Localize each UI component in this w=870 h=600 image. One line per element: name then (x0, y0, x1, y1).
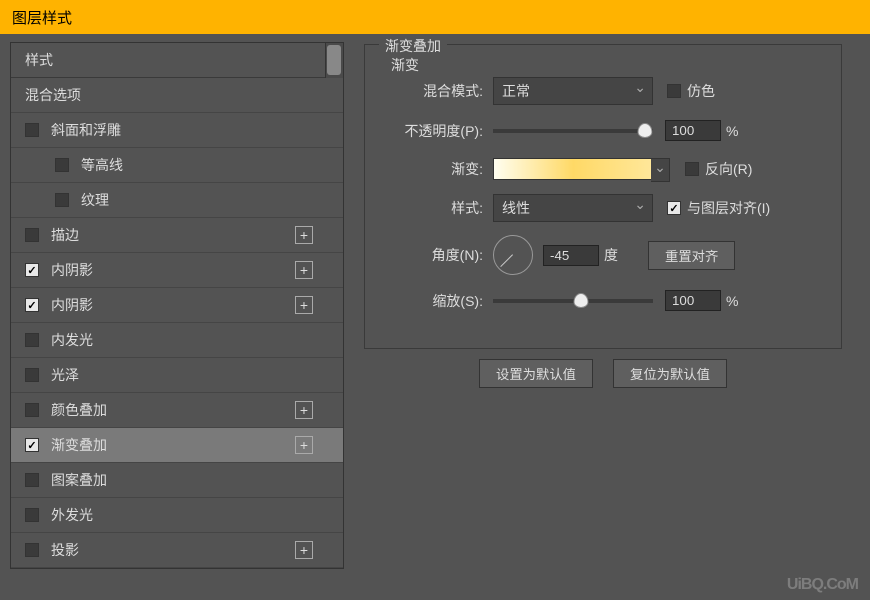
style-label: 样式: (383, 198, 493, 218)
align-checkbox[interactable]: 与图层对齐(I) (667, 198, 770, 218)
style-item[interactable]: 描边 + (11, 218, 343, 253)
styles-sidebar: 样式 混合选项 斜面和浮雕等高线纹理描边+内阴影+内阴影+内发光光泽颜色叠加+渐… (0, 34, 352, 600)
style-item[interactable]: 图案叠加 (11, 463, 343, 498)
dither-checkbox[interactable]: 仿色 (667, 81, 715, 101)
scale-label: 缩放(S): (383, 291, 493, 311)
opacity-label: 不透明度(P): (383, 121, 493, 141)
checkbox-icon[interactable] (25, 123, 39, 137)
styles-list: 样式 混合选项 斜面和浮雕等高线纹理描边+内阴影+内阴影+内发光光泽颜色叠加+渐… (10, 42, 344, 569)
scale-unit: % (726, 293, 738, 309)
plus-icon[interactable]: + (295, 541, 313, 559)
styles-header[interactable]: 样式 (11, 43, 343, 78)
default-buttons-row: 设置为默认值 复位为默认值 (364, 359, 842, 388)
style-item-label: 颜色叠加 (51, 400, 107, 420)
style-item-label: 等高线 (81, 155, 123, 175)
angle-unit: 度 (604, 245, 618, 265)
dialog-content: 样式 混合选项 斜面和浮雕等高线纹理描边+内阴影+内阴影+内发光光泽颜色叠加+渐… (0, 34, 870, 600)
checkbox-icon (685, 162, 699, 176)
style-item[interactable]: 颜色叠加 + (11, 393, 343, 428)
checkbox-icon (667, 84, 681, 98)
style-item-label: 投影 (51, 540, 79, 560)
settings-panel: 渐变叠加 渐变 混合模式: 正常 仿色 不透明度(P): (352, 34, 854, 600)
angle-input[interactable] (543, 245, 599, 266)
scale-slider[interactable] (493, 299, 653, 303)
watermark: UiBQ.CoM (787, 576, 858, 594)
checkbox-icon[interactable] (55, 193, 69, 207)
fieldset-title: 渐变叠加 (379, 36, 447, 56)
opacity-unit: % (726, 123, 738, 139)
checkbox-icon[interactable] (25, 473, 39, 487)
checkbox-icon[interactable] (25, 438, 39, 452)
gradient-overlay-fieldset: 渐变叠加 渐变 混合模式: 正常 仿色 不透明度(P): (364, 44, 842, 349)
style-item-label: 描边 (51, 225, 79, 245)
style-item-label: 纹理 (81, 190, 109, 210)
checkbox-icon (667, 201, 681, 215)
gradient-picker[interactable] (493, 158, 653, 180)
style-item[interactable]: 外发光 (11, 498, 343, 533)
style-item-label: 光泽 (51, 365, 79, 385)
style-item[interactable]: 等高线 (11, 148, 343, 183)
angle-dial[interactable] (493, 235, 533, 275)
style-item-label: 内阴影 (51, 260, 93, 280)
angle-hand-icon (500, 254, 513, 267)
checkbox-icon[interactable] (25, 228, 39, 242)
style-item-label: 内阴影 (51, 295, 93, 315)
blend-mode-select[interactable]: 正常 (493, 77, 653, 105)
style-item-label: 外发光 (51, 505, 93, 525)
checkbox-icon[interactable] (55, 158, 69, 172)
style-item[interactable]: 纹理 (11, 183, 343, 218)
checkbox-icon[interactable] (25, 298, 39, 312)
plus-icon[interactable]: + (295, 436, 313, 454)
style-item-label: 图案叠加 (51, 470, 107, 490)
checkbox-icon[interactable] (25, 508, 39, 522)
blend-mode-label: 混合模式: (383, 81, 493, 101)
style-item[interactable]: 斜面和浮雕 (11, 113, 343, 148)
gradient-label: 渐变: (383, 159, 493, 179)
opacity-input[interactable] (665, 120, 721, 141)
plus-icon[interactable]: + (295, 261, 313, 279)
reverse-checkbox[interactable]: 反向(R) (685, 159, 752, 179)
style-item-label: 斜面和浮雕 (51, 120, 121, 140)
dialog-title: 图层样式 (12, 7, 72, 28)
fieldset-subtitle: 渐变 (391, 55, 419, 75)
right-rail (854, 34, 870, 600)
style-item[interactable]: 内阴影 + (11, 253, 343, 288)
checkbox-icon[interactable] (25, 368, 39, 382)
style-select[interactable]: 线性 (493, 194, 653, 222)
plus-icon[interactable]: + (295, 226, 313, 244)
checkbox-icon[interactable] (25, 333, 39, 347)
plus-icon[interactable]: + (295, 401, 313, 419)
plus-icon[interactable]: + (295, 296, 313, 314)
slider-thumb-icon[interactable] (574, 293, 589, 308)
opacity-slider[interactable] (493, 129, 653, 133)
style-item-label: 内发光 (51, 330, 93, 350)
style-item[interactable]: 渐变叠加 + (11, 428, 343, 463)
angle-label: 角度(N): (383, 245, 493, 265)
checkbox-icon[interactable] (25, 263, 39, 277)
slider-thumb-icon[interactable] (638, 123, 653, 138)
style-item[interactable]: 内发光 (11, 323, 343, 358)
blending-options-item[interactable]: 混合选项 (11, 78, 343, 113)
scale-input[interactable] (665, 290, 721, 311)
dialog-title-bar: 图层样式 (0, 0, 870, 34)
reset-align-button[interactable]: 重置对齐 (648, 241, 735, 270)
scrollbar-thumb[interactable] (327, 45, 341, 75)
set-default-button[interactable]: 设置为默认值 (479, 359, 593, 388)
reset-default-button[interactable]: 复位为默认值 (613, 359, 727, 388)
style-item-label: 渐变叠加 (51, 435, 107, 455)
checkbox-icon[interactable] (25, 543, 39, 557)
checkbox-icon[interactable] (25, 403, 39, 417)
style-item[interactable]: 投影 + (11, 533, 343, 568)
style-item[interactable]: 内阴影 + (11, 288, 343, 323)
style-item[interactable]: 光泽 (11, 358, 343, 393)
